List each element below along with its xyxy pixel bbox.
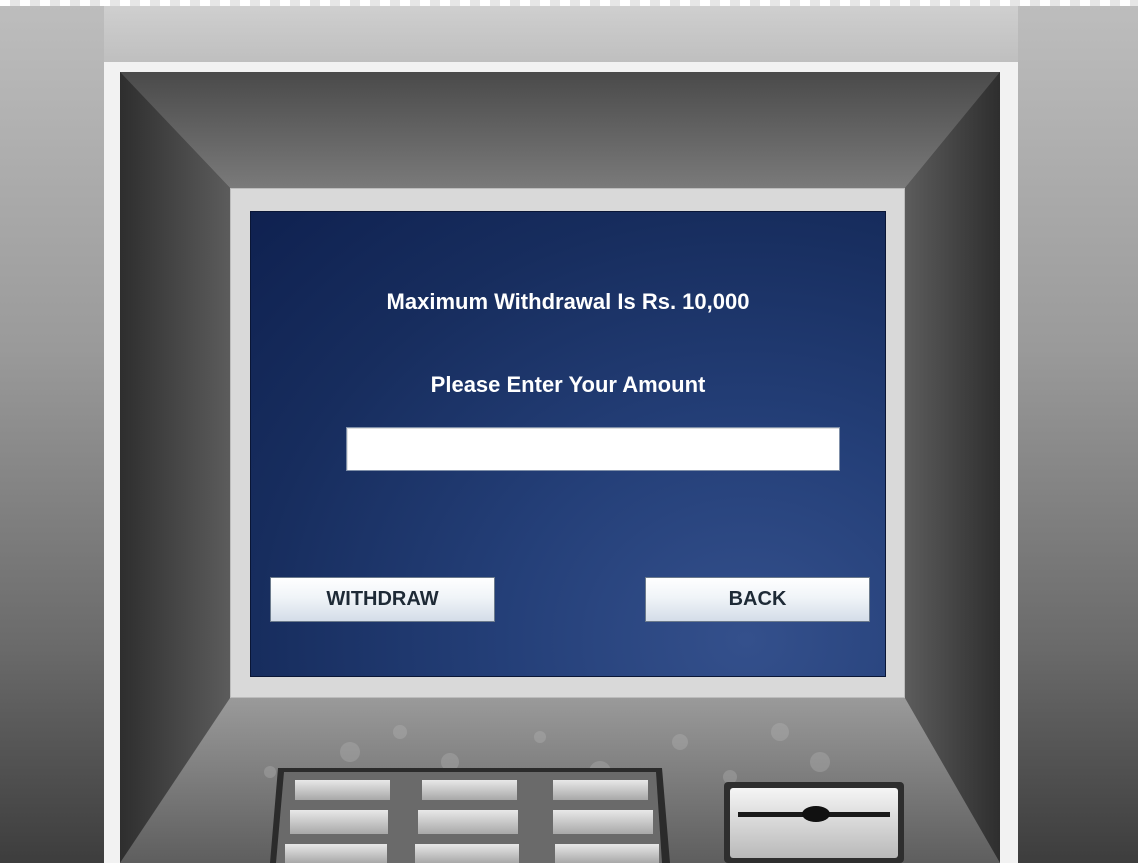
max-withdrawal-text: Maximum Withdrawal Is Rs. 10,000 (386, 289, 750, 314)
back-button[interactable]: BACK (645, 577, 870, 622)
atm-machine-body: Maximum Withdrawal Is Rs. 10,000 Please … (120, 72, 1000, 863)
keypad-key (285, 780, 659, 863)
background-wall-left (0, 6, 104, 863)
background-wall-right (1018, 6, 1138, 863)
card-slot (724, 782, 904, 863)
background-wall-top (104, 6, 1018, 62)
withdraw-button[interactable]: WITHDRAW (270, 577, 495, 622)
atm-screen: Maximum Withdrawal Is Rs. 10,000 Please … (250, 211, 886, 677)
keypad (270, 768, 670, 863)
enter-amount-prompt: Please Enter Your Amount (430, 372, 706, 397)
amount-input[interactable] (346, 427, 840, 471)
